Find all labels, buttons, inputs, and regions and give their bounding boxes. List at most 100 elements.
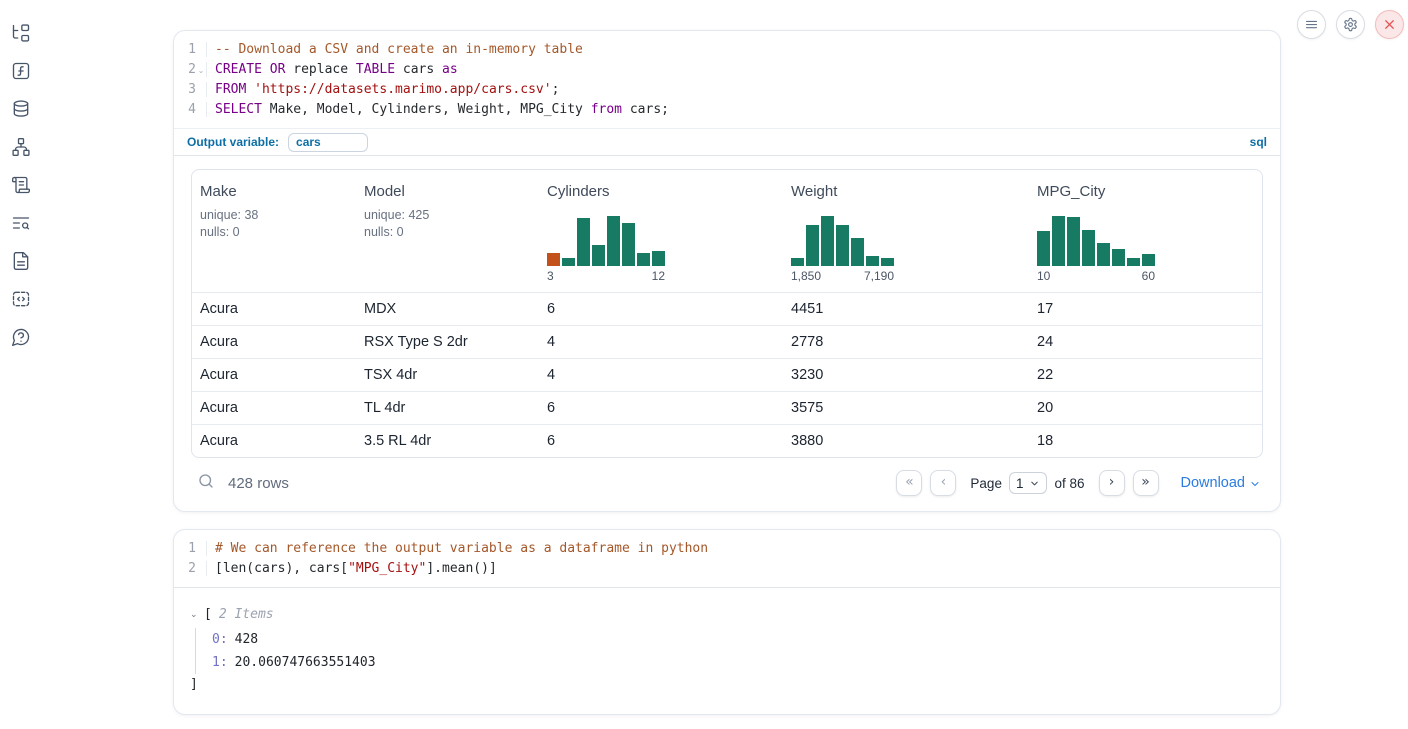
settings-button[interactable] [1336, 10, 1365, 39]
table-cell: 24 [1029, 334, 1262, 350]
histogram-bars [791, 216, 894, 266]
gear-icon [1343, 17, 1358, 32]
column-header-mpg_city[interactable]: MPG_City1060 [1029, 183, 1262, 283]
chevron-down-icon [1029, 478, 1040, 489]
code-line: 1-- Download a CSV and create an in-memo… [174, 39, 1280, 59]
first-page-button[interactable]: « [896, 470, 922, 496]
fold-gutter [196, 88, 206, 91]
table-cell: RSX Type S 2dr [356, 334, 539, 350]
documentation-icon[interactable] [10, 250, 32, 272]
histogram-bar [607, 216, 620, 266]
axis-min-label: 3 [547, 269, 554, 283]
window-controls [1297, 10, 1404, 39]
logs-icon[interactable] [10, 212, 32, 234]
code-token: FROM [215, 82, 246, 97]
code-line: 3FROM 'https://datasets.marimo.app/cars.… [174, 79, 1280, 99]
output-variable-input[interactable] [288, 133, 368, 152]
tree-entry-value: 20.060747663551403 [235, 655, 376, 670]
scratchpad-icon[interactable] [10, 174, 32, 196]
histogram-bar [592, 245, 605, 266]
table-row[interactable]: Acura3.5 RL 4dr6388018 [192, 424, 1262, 457]
column-header-make[interactable]: Makeunique: 38nulls: 0 [192, 183, 356, 283]
search-icon[interactable] [197, 472, 215, 495]
help-icon[interactable] [10, 326, 32, 348]
code-line: 2⌄CREATE OR replace TABLE cars as [174, 59, 1280, 79]
table-cell: 17 [1029, 301, 1262, 317]
page-total-label: of 86 [1054, 476, 1084, 491]
table-cell: 2778 [783, 334, 1029, 350]
tree-entry-key: 1: [212, 655, 228, 670]
fold-gutter [196, 108, 206, 111]
column-histogram[interactable]: 1,8507,190 [791, 216, 1029, 283]
shutdown-button[interactable] [1375, 10, 1404, 39]
database-icon[interactable] [10, 98, 32, 120]
table-header: Makeunique: 38nulls: 0Modelunique: 425nu… [192, 170, 1262, 292]
table-cell: 4451 [783, 301, 1029, 317]
table-cell: TL 4dr [356, 400, 539, 416]
output-variable-bar: Output variable: sql [174, 128, 1280, 156]
column-header-model[interactable]: Modelunique: 425nulls: 0 [356, 183, 539, 283]
histogram-bar [881, 258, 894, 266]
download-button[interactable]: Download [1181, 475, 1262, 491]
column-header-cylinders[interactable]: Cylinders 312 [539, 183, 783, 283]
table-row[interactable]: AcuraMDX6445117 [192, 292, 1262, 325]
download-label: Download [1181, 475, 1246, 491]
sql-code-editor[interactable]: 1-- Download a CSV and create an in-memo… [174, 31, 1280, 128]
histogram-bar [836, 225, 849, 266]
column-title: Cylinders [547, 183, 783, 200]
table-row[interactable]: AcuraRSX Type S 2dr4277824 [192, 325, 1262, 358]
function-icon[interactable] [10, 60, 32, 82]
table-cell: Acura [192, 433, 356, 449]
sql-cell: 1-- Download a CSV and create an in-memo… [173, 30, 1281, 512]
table-cell: MDX [356, 301, 539, 317]
code-content: FROM 'https://datasets.marimo.app/cars.c… [206, 82, 559, 97]
page-select[interactable]: 1 [1009, 472, 1048, 494]
table-row[interactable]: AcuraTL 4dr6357520 [192, 391, 1262, 424]
histogram-bar [791, 258, 804, 266]
table-row[interactable]: AcuraTSX 4dr4323022 [192, 358, 1262, 391]
column-histogram[interactable]: 312 [547, 216, 783, 283]
histogram-bar [1037, 231, 1050, 266]
tree-entry-value: 428 [235, 632, 258, 647]
collapse-chevron-icon[interactable]: ⌄ [190, 609, 204, 620]
code-token [246, 82, 254, 97]
histogram-bar [622, 223, 635, 266]
next-page-button[interactable]: › [1099, 470, 1125, 496]
histogram-bar [547, 253, 560, 266]
data-table: Makeunique: 38nulls: 0Modelunique: 425nu… [191, 169, 1263, 458]
table-cell: Acura [192, 367, 356, 383]
axis-max-label: 60 [1142, 269, 1155, 283]
table-cell: 3575 [783, 400, 1029, 416]
dependency-graph-icon[interactable] [10, 136, 32, 158]
notebook: 1-- Download a CSV and create an in-memo… [173, 30, 1281, 715]
python-code-editor[interactable]: 1# We can reference the output variable … [174, 530, 1280, 587]
code-line: 4SELECT Make, Model, Cylinders, Weight, … [174, 99, 1280, 119]
prev-page-button[interactable]: ‹ [930, 470, 956, 496]
table-cell: Acura [192, 334, 356, 350]
column-header-weight[interactable]: Weight1,8507,190 [783, 183, 1029, 283]
table-cell: 4 [539, 334, 783, 350]
output-variable-label: Output variable: [187, 135, 279, 149]
snippets-icon[interactable] [10, 288, 32, 310]
table-body: AcuraMDX6445117AcuraRSX Type S 2dr427782… [192, 292, 1262, 457]
histogram-bars [547, 216, 665, 266]
code-token: ; [552, 82, 560, 97]
last-page-button[interactable]: » [1133, 470, 1159, 496]
python-cell: 1# We can reference the output variable … [173, 529, 1281, 715]
histogram-axis: 1060 [1037, 269, 1155, 283]
code-token: ].mean()] [426, 561, 496, 576]
file-explorer-icon[interactable] [10, 22, 32, 44]
histogram-axis: 1,8507,190 [791, 269, 894, 283]
code-line: 2[len(cars), cars["MPG_City"].mean()] [174, 558, 1280, 578]
language-badge[interactable]: sql [1250, 135, 1267, 149]
table-cell: 3880 [783, 433, 1029, 449]
table-cell: 6 [539, 301, 783, 317]
fold-gutter [196, 48, 206, 51]
line-number: 4 [174, 102, 196, 117]
histogram-bars [1037, 216, 1155, 266]
tree-items-count: 2 Items [219, 607, 274, 622]
notebook-menu-button[interactable] [1297, 10, 1326, 39]
fold-chevron-icon[interactable]: ⌄ [196, 63, 206, 75]
column-stat-line: unique: 38 [200, 207, 356, 224]
column-histogram[interactable]: 1060 [1037, 216, 1262, 283]
